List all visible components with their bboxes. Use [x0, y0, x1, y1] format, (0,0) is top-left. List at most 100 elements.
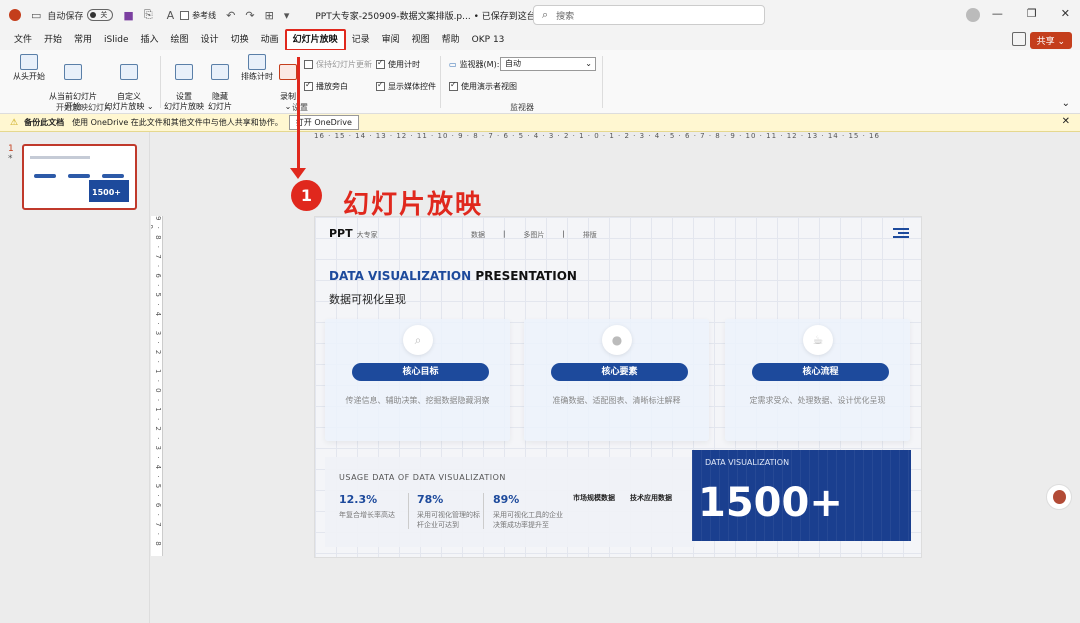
checkbox-icon — [180, 10, 190, 20]
ribbon-separator — [160, 56, 161, 108]
slide-menu-icon — [893, 228, 909, 240]
cup-icon: ☕ — [803, 325, 833, 355]
annotation-label: 幻灯片放映 — [343, 190, 484, 220]
card-description: 准确数据、适配图表、清晰标注解释 — [552, 396, 681, 405]
slide-nav-item: 多图片 — [523, 231, 545, 239]
show-media-controls-checkbox[interactable]: 显示媒体控件 — [376, 80, 436, 92]
hide-slide-button[interactable]: 隐藏 幻灯片 — [206, 54, 234, 112]
minimize-icon[interactable]: — — [992, 7, 1003, 20]
magnifier-icon: ⌕ — [403, 325, 433, 355]
tab-5[interactable]: 绘图 — [165, 30, 195, 50]
tab-10[interactable]: 记录 — [346, 30, 376, 50]
tab-3[interactable]: iSlide — [98, 30, 134, 50]
tab-12[interactable]: 视图 — [406, 30, 436, 50]
card-description: 传递信息、辅助决策、挖掘数据隐藏洞察 — [345, 396, 490, 405]
share-label: 共享 — [1036, 37, 1055, 47]
reference-line-label: 参考线 — [192, 10, 217, 20]
use-timing-checkbox[interactable]: 使用计时 — [376, 58, 420, 70]
tab-6[interactable]: 设计 — [195, 30, 225, 50]
hide-slide-icon — [211, 64, 229, 80]
assistant-avatar[interactable] — [1046, 484, 1072, 510]
stat-description: 采用可视化工具的企业决策成功率提升至 — [493, 511, 563, 529]
save-icon[interactable]: ■ — [123, 9, 133, 22]
stat-item: 12.3% 年复合增长率高达 — [339, 493, 409, 520]
document-title[interactable]: PPT大专家-250909-数据文案排版.p... • 已保存到这台电脑 ⌄ — [315, 9, 564, 22]
monitor-label: ▭ 监视器(M): — [449, 59, 499, 70]
thumbnail-card — [34, 174, 56, 178]
play-narration-checkbox[interactable]: 播放旁白 — [304, 80, 348, 92]
tech-data-tag: 技术应用数据 — [630, 494, 672, 502]
monitor-select[interactable]: 自动 ⌄ — [500, 57, 596, 71]
play-narration-label: 播放旁白 — [316, 82, 348, 91]
ribbon-tabs: 文件 开始 常用 iSlide 插入 绘图 设计 切换 动画 幻灯片放映 记录 审阅 视图 帮助 OKP 1… — [0, 29, 1080, 51]
lightbulb-icon: ● — [602, 325, 632, 355]
undo-icon[interactable]: ↶ — [226, 9, 235, 22]
redo-icon[interactable]: ↷ — [245, 9, 254, 22]
notification-title: 备份此文档 — [24, 118, 65, 127]
tab-2[interactable]: 常用 — [68, 30, 98, 50]
card-label: 核心目标 — [352, 363, 489, 381]
hide-slide-label: 隐藏 幻灯片 — [208, 92, 232, 111]
close-icon[interactable]: ✕ — [1061, 7, 1070, 20]
setup-show-icon — [175, 64, 193, 80]
presenter-view-checkbox[interactable]: 使用演示者视图 — [449, 80, 517, 92]
format-painter-icon[interactable]: ⎘ — [144, 8, 153, 22]
thumbnail-big-number: 1500+ — [89, 180, 129, 202]
group-label-start: 开始放映幻灯片 — [56, 103, 112, 112]
layout-icon[interactable]: ⊞ — [265, 9, 274, 22]
slide-marker: * — [8, 154, 13, 164]
checkbox-icon — [449, 80, 458, 91]
collapse-ribbon-icon[interactable]: ⌄ — [1062, 98, 1070, 109]
tab-13[interactable]: 帮助 — [436, 30, 466, 50]
tab-7[interactable]: 切换 — [225, 30, 255, 50]
slide-number: 1 * — [8, 144, 14, 164]
setup-show-button[interactable]: 设置 幻灯片放映 — [164, 54, 204, 112]
monitor-select-value: 自动 — [505, 59, 521, 68]
slide-number-text: 1 — [8, 144, 14, 154]
keep-updated-checkbox[interactable]: 保持幻灯片更新 — [304, 59, 372, 70]
presentation-icon[interactable]: ▭ — [31, 9, 41, 22]
checkbox-icon — [304, 80, 313, 91]
comment-icon[interactable] — [1012, 32, 1026, 46]
close-icon[interactable]: ✕ — [1062, 116, 1070, 127]
from-start-button[interactable]: 从头开始 — [12, 54, 46, 82]
from-start-label: 从头开始 — [13, 72, 45, 81]
group-label-setup: 设置 — [292, 103, 308, 112]
slide-canvas[interactable]: PPT 大专家 数据 | 多图片 | 排版 DATA VISUALIZATION … — [314, 216, 922, 558]
card-label: 核心流程 — [752, 363, 889, 381]
user-avatar[interactable] — [966, 8, 980, 22]
custom-show-icon — [120, 64, 138, 80]
big-number-label: DATA VISUALIZATION — [705, 458, 790, 467]
tab-9[interactable]: 幻灯片放映 — [284, 29, 346, 51]
search-input[interactable]: ⌕ 搜索 — [533, 5, 765, 25]
horizontal-ruler: 16 · 15 · 14 · 13 · 12 · 11 · 10 · 9 · 8… — [314, 132, 880, 140]
rehearse-timings-button[interactable]: 排练计时 — [240, 54, 274, 82]
stat-divider — [408, 493, 409, 529]
customize-toolbar-icon[interactable]: ▾ — [284, 9, 290, 22]
slide-title: DATA VISUALIZATION PRESENTATION — [329, 269, 577, 283]
autosave-label: 自动保存 — [47, 11, 84, 22]
stat-description: 年复合增长率高达 — [339, 511, 395, 519]
text-box-icon[interactable]: A — [167, 9, 175, 22]
share-button[interactable]: 共享 ⌄ — [1029, 32, 1072, 49]
tab-11[interactable]: 审阅 — [376, 30, 406, 50]
slide-logo-text: PPT — [329, 227, 353, 240]
nav-separator: | — [503, 230, 506, 238]
stat-item: 89% 采用可视化工具的企业决策成功率提升至 — [493, 493, 567, 530]
checkbox-icon — [376, 58, 385, 69]
slide-thumbnail[interactable]: 1500+ — [22, 144, 137, 210]
tab-1[interactable]: 开始 — [38, 30, 68, 50]
chevron-down-icon: ⌄ — [585, 59, 592, 68]
tab-4[interactable]: 插入 — [135, 30, 165, 50]
tab-14[interactable]: OKP 13 — [466, 30, 511, 50]
tab-0[interactable]: 文件 — [8, 30, 38, 50]
monitor-label-text: 监视器(M): — [459, 60, 500, 69]
tab-8[interactable]: 动画 — [255, 30, 285, 50]
restore-icon[interactable]: ❐ — [1027, 7, 1037, 20]
reference-line-checkbox[interactable]: 参考线 — [180, 10, 216, 21]
checkbox-icon — [376, 80, 385, 91]
slide-logo: PPT 大专家 — [329, 227, 378, 240]
ribbon: 从头开始 从当前幻灯片 开始 自定义 幻灯片放映 ⌄ 开始放映幻灯片 设置 幻灯… — [0, 50, 1080, 114]
stopwatch-icon — [248, 54, 266, 70]
autosave-toggle[interactable]: 关 — [87, 9, 114, 21]
